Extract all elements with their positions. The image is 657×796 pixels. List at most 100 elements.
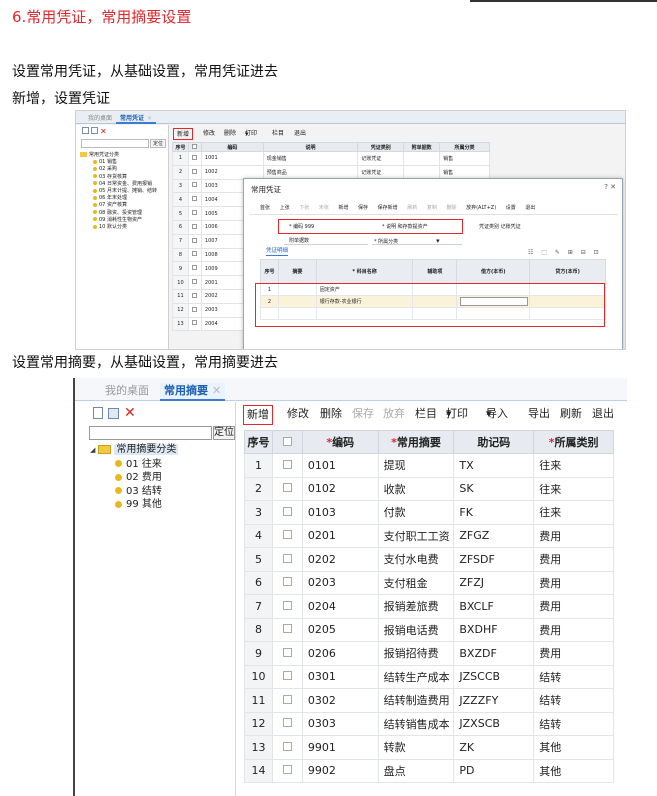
row-checkbox[interactable] (192, 237, 198, 243)
summary-cell[interactable]: 报销电话费 (377, 617, 455, 642)
tree-item[interactable]: 10 默认分类 (80, 224, 157, 231)
desc-field[interactable]: * 说明 和存款提资产 (382, 223, 428, 230)
voucher-type-cell[interactable]: 记账凭证 (357, 151, 405, 166)
settings-button[interactable]: 设置 (506, 205, 516, 211)
new-button[interactable]: 新增 (173, 128, 194, 140)
select-cell[interactable] (187, 302, 202, 318)
category-cell[interactable]: 费用 (533, 547, 614, 572)
select-cell[interactable] (187, 316, 202, 332)
tree-item[interactable]: 04 日常资金、费用报销 (80, 181, 157, 188)
dialog-exit-button[interactable]: 退出 (525, 205, 535, 211)
search-input[interactable] (81, 139, 149, 148)
select-cell[interactable] (187, 261, 202, 277)
category-cell[interactable]: 结转 (533, 688, 614, 713)
select-cell[interactable] (271, 664, 303, 689)
mnemonic-cell[interactable]: ZK (453, 735, 535, 760)
code-cell[interactable]: 0102 (301, 476, 379, 501)
row-checkbox[interactable] (192, 223, 198, 229)
table-row[interactable]: 2 0102 收款 SK 往来 (244, 476, 614, 501)
select-cell[interactable] (271, 688, 303, 713)
refresh-button[interactable]: 刷新 (407, 205, 417, 211)
code-cell[interactable]: 0202 (301, 547, 379, 572)
tree-item[interactable]: 01 销售 (80, 159, 157, 166)
tree-root[interactable]: 常用凭证分类 (80, 152, 157, 159)
select-cell[interactable] (271, 523, 303, 548)
category-cell[interactable]: 费用 (533, 594, 614, 619)
columns-button[interactable]: 栏目 (272, 128, 284, 140)
select-cell[interactable] (187, 219, 202, 235)
mnemonic-cell[interactable]: JZZZFY (453, 688, 535, 713)
mnemonic-cell[interactable]: BXDHF (453, 617, 535, 642)
summary-cell[interactable]: 支付水电费 (377, 547, 455, 572)
code-cell[interactable]: 0302 (301, 688, 379, 713)
mnemonic-cell[interactable]: BXCLF (453, 594, 535, 619)
row-checkbox[interactable] (282, 741, 292, 751)
select-cell[interactable] (187, 178, 202, 194)
tree-item[interactable]: 99 其他 (90, 498, 178, 512)
close-icon[interactable]: ✕ (147, 115, 152, 122)
tree-root[interactable]: ◢ 常用摘要分类 (90, 443, 179, 458)
edit-button[interactable]: 修改 (287, 405, 309, 425)
select-cell[interactable] (187, 164, 202, 180)
row-checkbox[interactable] (282, 577, 292, 587)
summary-cell[interactable]: 结转生产成本 (377, 664, 455, 689)
discard-button[interactable]: 放弃 (383, 405, 405, 425)
category-cell[interactable]: 费用 (533, 641, 614, 666)
code-cell[interactable]: 0204 (301, 594, 379, 619)
row-checkbox[interactable] (192, 154, 198, 160)
table-row[interactable]: 1 1001 现金销售 记账凭证 销售 (172, 151, 490, 166)
grid-tools-icons[interactable]: ☷ ⬚ ✎ ⊞ ⊟ ⊡ (528, 249, 602, 256)
col-select[interactable] (187, 142, 202, 152)
row-checkbox[interactable] (282, 530, 292, 540)
category-cell[interactable]: 其他 (533, 758, 614, 783)
row-checkbox[interactable] (192, 182, 198, 188)
select-cell[interactable] (271, 641, 303, 666)
code-cell[interactable]: 0303 (301, 711, 379, 736)
code-cell[interactable]: 0301 (301, 664, 379, 689)
row-checkbox[interactable] (192, 320, 198, 326)
select-cell[interactable] (271, 453, 303, 478)
row-checkbox[interactable] (282, 459, 292, 469)
row-checkbox[interactable] (192, 279, 198, 285)
exit-button[interactable]: 退出 (294, 128, 306, 140)
mnemonic-cell[interactable]: JZSCCB (453, 664, 535, 689)
category-cell[interactable]: 结转 (533, 711, 614, 736)
mnemonic-cell[interactable]: JZXSCB (453, 711, 535, 736)
summary-cell[interactable]: 转款 (377, 735, 455, 760)
select-cell[interactable] (271, 594, 303, 619)
code-field[interactable]: * 编码 999 (289, 223, 314, 230)
prev-button[interactable]: 上张 (280, 205, 290, 211)
table-row[interactable]: 7 0204 报销差旅费 BXCLF 费用 (244, 594, 614, 619)
tab-voucher-detail[interactable]: 凭证明细 (266, 246, 289, 256)
new-doc-icon[interactable] (82, 127, 89, 134)
row-checkbox[interactable] (192, 210, 198, 216)
summary-cell[interactable]: 收款 (377, 476, 455, 501)
edit-icon[interactable] (91, 127, 98, 134)
select-cell[interactable] (187, 288, 202, 304)
copy-button[interactable]: 复制 (427, 205, 437, 211)
tree-item[interactable]: 01 往来 (90, 458, 178, 472)
table-row[interactable]: 9 0206 报销招待费 BXZDF 费用 (244, 641, 614, 666)
dialog-delete-button[interactable]: 删除 (446, 205, 456, 211)
row-checkbox[interactable] (282, 694, 292, 704)
code-cell[interactable]: 0205 (301, 617, 379, 642)
tree-item[interactable]: 03 结转 (90, 485, 178, 499)
mnemonic-cell[interactable]: ZFZJ (453, 570, 535, 595)
row-checkbox[interactable] (192, 306, 198, 312)
mnemonic-cell[interactable]: TX (453, 453, 535, 478)
select-cell[interactable] (271, 735, 303, 760)
row-checkbox[interactable] (192, 292, 198, 298)
select-cell[interactable] (271, 500, 303, 525)
category-cell[interactable]: 往来 (533, 453, 614, 478)
table-row[interactable]: 8 0205 报销电话费 BXDHF 费用 (244, 617, 614, 642)
select-cell[interactable] (187, 233, 202, 249)
row-checkbox[interactable] (282, 765, 292, 775)
select-cell[interactable] (187, 151, 202, 166)
row-checkbox[interactable] (192, 265, 198, 271)
desc-cell[interactable]: 现金销售 (262, 151, 359, 166)
select-cell[interactable] (271, 476, 303, 501)
tab-desktop[interactable]: 我的桌面 (101, 383, 153, 401)
row-checkbox[interactable] (282, 624, 292, 634)
summary-cell[interactable]: 结转制造费用 (377, 688, 455, 713)
tab-desktop[interactable]: 我的桌面 (84, 113, 116, 124)
